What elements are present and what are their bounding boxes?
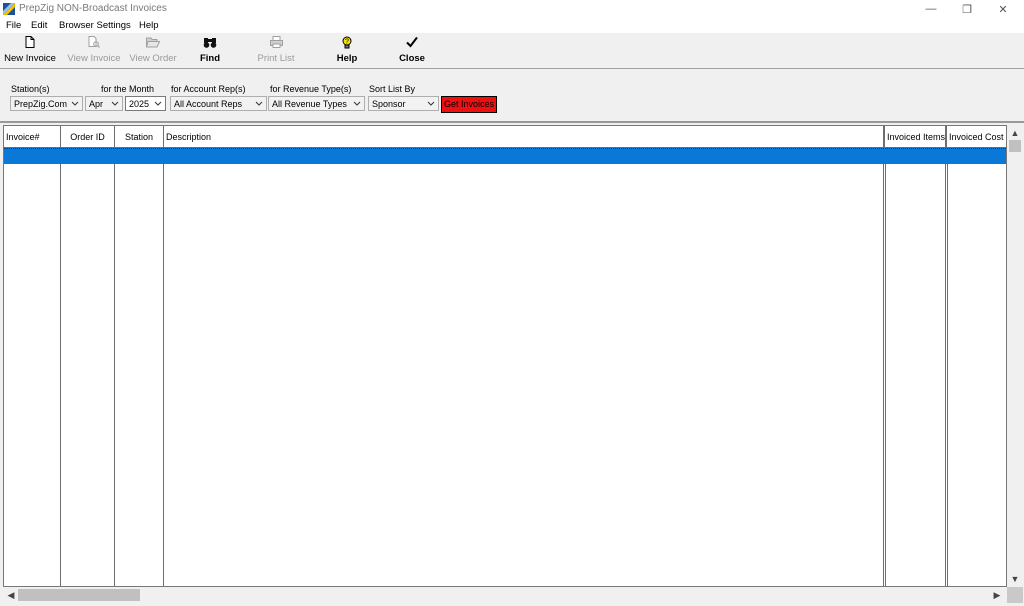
checkmark-icon: [406, 36, 418, 48]
column-divider: [947, 148, 948, 586]
account-rep-label: for Account Rep(s): [171, 84, 246, 94]
close-button[interactable]: Close: [396, 35, 428, 65]
column-divider: [883, 148, 884, 586]
minimize-button[interactable]: —: [913, 1, 949, 17]
chevron-down-icon: [427, 101, 435, 106]
column-header-invoiced-items[interactable]: Invoiced Items: [884, 126, 946, 148]
month-label: for the Month: [101, 84, 155, 94]
print-list-button[interactable]: Print List: [254, 35, 298, 65]
column-header-invoice-number[interactable]: Invoice#: [4, 126, 61, 148]
folder-open-icon: [146, 37, 160, 47]
close-icon: ✕: [998, 3, 1008, 16]
minimize-icon: —: [925, 3, 937, 15]
new-invoice-label: New Invoice: [4, 53, 56, 64]
scroll-down-icon[interactable]: ▼: [1008, 572, 1022, 586]
filter-bar: Station(s) for the Month for Account Rep…: [0, 69, 1024, 123]
revenue-type-select[interactable]: All Revenue Types: [268, 96, 365, 111]
find-label: Find: [199, 53, 221, 64]
chevron-down-icon: [71, 101, 79, 106]
scroll-up-icon[interactable]: ▲: [1008, 126, 1022, 140]
chevron-down-icon: [154, 101, 162, 106]
view-invoice-button[interactable]: View Invoice: [65, 35, 123, 65]
station-select[interactable]: PrepZig.Com: [10, 96, 83, 111]
help-label: Help: [336, 53, 358, 64]
invoice-grid[interactable]: Invoice# Order ID Station Description In…: [3, 125, 1007, 587]
month-select[interactable]: Apr: [85, 96, 123, 111]
column-divider: [945, 148, 946, 586]
chevron-down-icon: [255, 101, 263, 106]
horizontal-scrollbar[interactable]: ◀ ▶: [3, 587, 1007, 603]
chevron-down-icon: [353, 101, 361, 106]
horizontal-scroll-thumb[interactable]: [18, 589, 140, 601]
printer-icon: [269, 36, 283, 48]
scrollbar-corner: [1007, 587, 1023, 603]
column-divider: [60, 148, 61, 586]
column-header-order-id[interactable]: Order ID: [61, 126, 115, 148]
column-divider: [885, 148, 886, 586]
app-icon: [3, 3, 15, 15]
help-bulb-icon: ?: [342, 36, 352, 48]
scroll-left-icon[interactable]: ◀: [4, 588, 18, 602]
column-header-invoiced-cost[interactable]: Invoiced Cost: [946, 126, 1006, 148]
scroll-right-icon[interactable]: ▶: [990, 588, 1004, 602]
view-order-label: View Order: [129, 53, 177, 64]
revenue-type-select-value: All Revenue Types: [272, 99, 347, 109]
chevron-down-icon: [111, 101, 119, 106]
help-button[interactable]: ? Help: [331, 35, 363, 65]
column-header-description[interactable]: Description: [164, 126, 884, 148]
binoculars-icon: [203, 37, 217, 48]
month-select-value: Apr: [89, 99, 104, 109]
menu-help[interactable]: Help: [139, 20, 159, 31]
get-invoices-button[interactable]: Get Invoices: [441, 96, 497, 113]
close-window-button[interactable]: ✕: [985, 1, 1021, 17]
sort-select-value: Sponsor: [372, 99, 406, 109]
column-divider: [163, 148, 164, 586]
year-select-value: 2025: [129, 99, 150, 109]
menu-edit[interactable]: Edit: [31, 20, 47, 31]
find-button[interactable]: Find: [192, 35, 228, 65]
view-invoice-icon: [88, 36, 100, 48]
close-label: Close: [399, 53, 425, 64]
new-document-icon: [25, 36, 35, 48]
title-bar: PrepZig NON-Broadcast Invoices — ❐ ✕: [0, 0, 1024, 18]
revenue-type-label: for Revenue Type(s): [270, 84, 352, 94]
menu-bar: File Edit Browser Settings Help: [0, 18, 1024, 33]
view-order-button[interactable]: View Order: [127, 35, 179, 65]
window-title: PrepZig NON-Broadcast Invoices: [19, 3, 167, 14]
selected-row[interactable]: [4, 148, 1006, 164]
vertical-scroll-thumb[interactable]: [1009, 140, 1021, 152]
view-invoice-label: View Invoice: [67, 53, 121, 64]
toolbar: New Invoice View Invoice View Order Find…: [0, 33, 1024, 69]
print-list-label: Print List: [257, 53, 295, 64]
new-invoice-button[interactable]: New Invoice: [2, 35, 58, 65]
svg-text:?: ?: [345, 38, 349, 45]
menu-file[interactable]: File: [6, 20, 21, 31]
sort-list-label: Sort List By: [369, 84, 416, 94]
vertical-scrollbar[interactable]: ▲ ▼: [1007, 125, 1023, 587]
column-header-station[interactable]: Station: [115, 126, 164, 148]
stations-label: Station(s): [11, 84, 50, 94]
restore-icon: ❐: [962, 3, 972, 16]
menu-browser-settings[interactable]: Browser Settings: [59, 20, 131, 31]
column-divider: [114, 148, 115, 586]
restore-button[interactable]: ❐: [949, 1, 985, 17]
account-rep-select-value: All Account Reps: [174, 99, 243, 109]
sort-select[interactable]: Sponsor: [368, 96, 439, 111]
station-select-value: PrepZig.Com: [14, 99, 68, 109]
account-rep-select[interactable]: All Account Reps: [170, 96, 267, 111]
year-select[interactable]: 2025: [125, 96, 166, 111]
